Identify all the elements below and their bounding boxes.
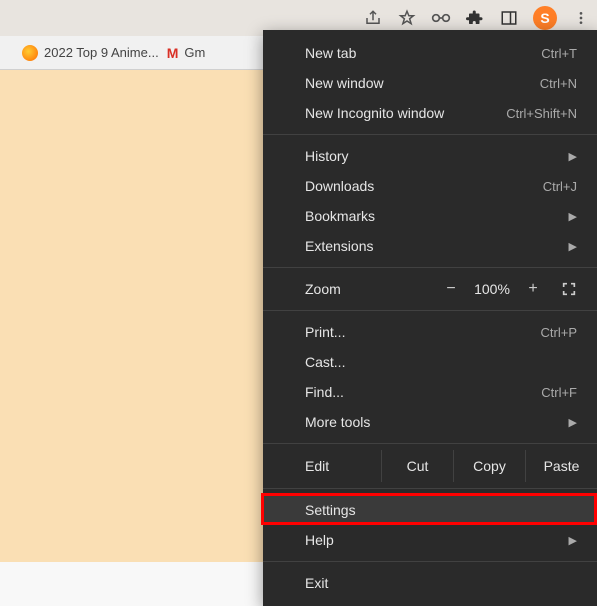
- menu-separator: [263, 134, 597, 135]
- cut-button[interactable]: Cut: [381, 450, 453, 482]
- menu-separator: [263, 310, 597, 311]
- avatar-letter: S: [540, 10, 549, 26]
- menu-label: Find...: [305, 384, 344, 400]
- menu-shortcut: Ctrl+P: [541, 325, 577, 340]
- chevron-right-icon: ▶: [569, 534, 577, 547]
- menu-shortcut: Ctrl+Shift+N: [506, 106, 577, 121]
- kebab-menu-icon[interactable]: [571, 8, 591, 28]
- menu-more-tools[interactable]: More tools ▶: [263, 407, 597, 437]
- star-icon[interactable]: [397, 8, 417, 28]
- menu-label: More tools: [305, 414, 370, 430]
- fullscreen-icon[interactable]: [561, 281, 577, 297]
- extensions-icon[interactable]: [465, 8, 485, 28]
- chrome-menu: New tab Ctrl+T New window Ctrl+N New Inc…: [263, 30, 597, 606]
- bookmark-label: 2022 Top 9 Anime...: [44, 45, 159, 60]
- menu-new-window[interactable]: New window Ctrl+N: [263, 68, 597, 98]
- profile-avatar[interactable]: S: [533, 6, 557, 30]
- zoom-in-button[interactable]: +: [517, 280, 549, 298]
- menu-label: Cast...: [305, 354, 345, 370]
- menu-label: New tab: [305, 45, 356, 61]
- menu-shortcut: Ctrl+F: [541, 385, 577, 400]
- menu-new-tab[interactable]: New tab Ctrl+T: [263, 38, 597, 68]
- chevron-right-icon: ▶: [569, 240, 577, 253]
- menu-label: History: [305, 148, 349, 164]
- menu-label: Extensions: [305, 238, 373, 254]
- menu-new-incognito[interactable]: New Incognito window Ctrl+Shift+N: [263, 98, 597, 128]
- extension-link-icon[interactable]: [431, 8, 451, 28]
- menu-cast[interactable]: Cast...: [263, 347, 597, 377]
- menu-label: Settings: [305, 502, 356, 518]
- chevron-right-icon: ▶: [569, 210, 577, 223]
- copy-button[interactable]: Copy: [453, 450, 525, 482]
- menu-zoom-row: Zoom − 100% +: [263, 274, 597, 304]
- menu-exit[interactable]: Exit: [263, 568, 597, 598]
- chevron-right-icon: ▶: [569, 416, 577, 429]
- menu-label: New window: [305, 75, 384, 91]
- menu-shortcut: Ctrl+T: [541, 46, 577, 61]
- zoom-out-button[interactable]: −: [435, 280, 467, 298]
- side-panel-icon[interactable]: [499, 8, 519, 28]
- menu-shortcut: Ctrl+J: [543, 179, 577, 194]
- menu-print[interactable]: Print... Ctrl+P: [263, 317, 597, 347]
- bookmark-item-gmail[interactable]: M Gm: [167, 45, 206, 61]
- menu-bookmarks[interactable]: Bookmarks ▶: [263, 201, 597, 231]
- menu-label: Bookmarks: [305, 208, 375, 224]
- paste-button[interactable]: Paste: [525, 450, 597, 482]
- menu-separator: [263, 267, 597, 268]
- chevron-right-icon: ▶: [569, 150, 577, 163]
- favicon-anime-icon: [22, 45, 38, 61]
- menu-downloads[interactable]: Downloads Ctrl+J: [263, 171, 597, 201]
- menu-edit-row: Edit Cut Copy Paste: [263, 450, 597, 482]
- menu-extensions[interactable]: Extensions ▶: [263, 231, 597, 261]
- menu-separator: [263, 488, 597, 489]
- share-icon[interactable]: [363, 8, 383, 28]
- menu-history[interactable]: History ▶: [263, 141, 597, 171]
- zoom-value: 100%: [467, 281, 517, 297]
- bookmark-label: Gm: [184, 45, 205, 60]
- zoom-label: Zoom: [305, 281, 435, 297]
- menu-shortcut: Ctrl+N: [540, 76, 577, 91]
- menu-label: Help: [305, 532, 334, 548]
- menu-label: Exit: [305, 575, 328, 591]
- menu-help[interactable]: Help ▶: [263, 525, 597, 555]
- edit-label: Edit: [263, 450, 381, 482]
- menu-label: New Incognito window: [305, 105, 444, 121]
- menu-label: Downloads: [305, 178, 374, 194]
- bookmark-item-anime[interactable]: 2022 Top 9 Anime...: [22, 45, 159, 61]
- favicon-gmail-icon: M: [167, 45, 179, 61]
- menu-settings[interactable]: Settings: [263, 495, 597, 525]
- menu-separator: [263, 443, 597, 444]
- menu-find[interactable]: Find... Ctrl+F: [263, 377, 597, 407]
- menu-label: Print...: [305, 324, 345, 340]
